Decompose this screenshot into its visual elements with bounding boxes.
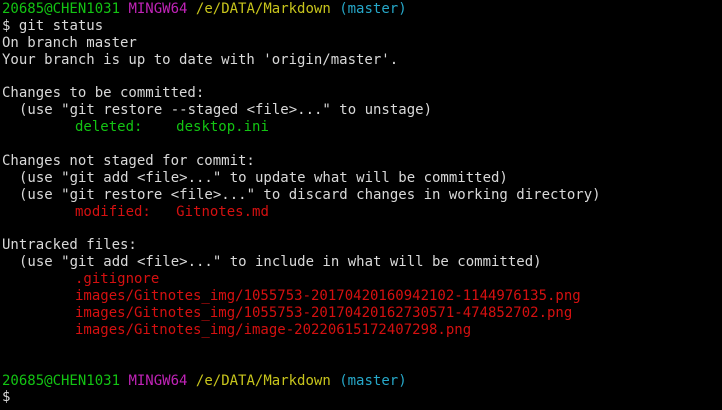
prompt-branch: (master): [339, 1, 407, 17]
unstaged-header: Changes not staged for commit:: [2, 153, 255, 170]
up-to-date-line: Your branch is up to date with 'origin/m…: [2, 51, 399, 68]
untracked-file: images/Gitnotes_img/1055753-201704201609…: [75, 288, 581, 305]
prompt-env: MINGW64: [128, 1, 188, 17]
command-symbol: $: [2, 17, 11, 34]
file-status: modified:: [75, 203, 151, 220]
command-text: git status: [18, 17, 104, 34]
untracked-hint: (use "git add <file>..." to include in w…: [19, 254, 542, 271]
unstaged-file-entry: modified: Gitnotes.md: [2, 204, 601, 221]
staged-file-entry: deleted: desktop.ini: [2, 119, 601, 136]
unstaged-hint: (use "git restore <file>..." to discard …: [19, 186, 601, 203]
file-name: desktop.ini: [176, 119, 269, 136]
untracked-header: Untracked files:: [2, 237, 137, 254]
staged-header: Changes to be committed:: [2, 85, 205, 102]
prompt-user-host: 20685@CHEN1031: [2, 1, 121, 17]
terminal-window[interactable]: 20685@CHEN1031 MINGW64 /e/DATA/Markdown …: [0, 0, 722, 410]
prompt-user-host: 20685@CHEN1031: [2, 372, 121, 389]
terminal-screen: 20685@CHEN1031 MINGW64 /e/DATA/Markdown …: [2, 1, 601, 406]
prompt-path: /e/DATA/Markdown: [195, 372, 331, 389]
file-name: Gitnotes.md: [176, 203, 269, 220]
prompt-branch: (master): [339, 372, 407, 389]
prompt-env: MINGW64: [128, 372, 188, 389]
prompt-line: 20685@CHEN1031 MINGW64 /e/DATA/Markdown …: [2, 1, 601, 18]
unstaged-hint: (use "git add <file>..." to update what …: [19, 169, 508, 186]
prompt-line: 20685@CHEN1031 MINGW64 /e/DATA/Markdown …: [2, 373, 601, 390]
on-branch-line: On branch master: [2, 34, 137, 51]
untracked-file: images/Gitnotes_img/1055753-201704201627…: [75, 305, 573, 322]
input-symbol: $: [2, 389, 11, 406]
file-status: deleted:: [75, 119, 143, 136]
untracked-file: .gitignore: [75, 271, 160, 288]
input-line[interactable]: $: [2, 389, 601, 406]
command-line: $ git status: [2, 18, 601, 35]
prompt-path: /e/DATA/Markdown: [195, 1, 331, 17]
untracked-file: images/Gitnotes_img/image-20220615172407…: [75, 321, 472, 338]
staged-hint: (use "git restore --staged <file>..." to…: [19, 102, 433, 119]
